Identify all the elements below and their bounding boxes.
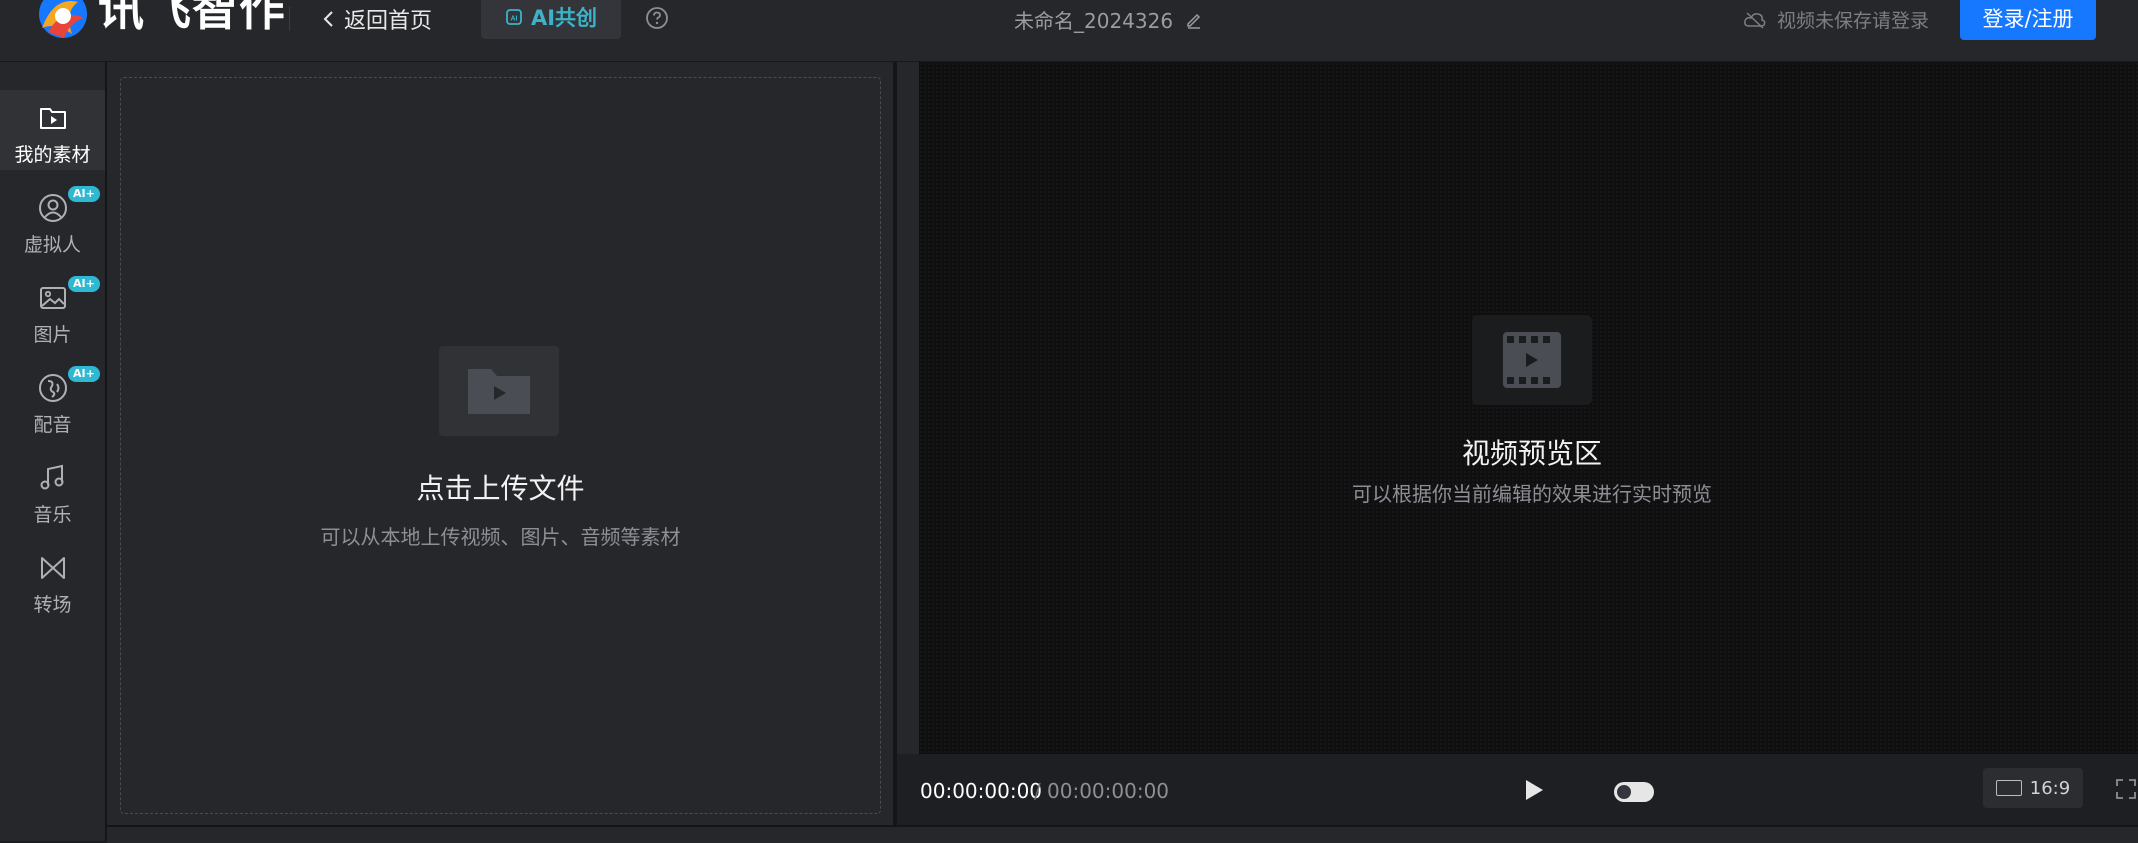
preview-gutter: [897, 62, 919, 754]
preview-subtitle: 可以根据你当前编辑的效果进行实时预览: [1352, 482, 1712, 506]
save-status: 视频未保存请登录: [1743, 6, 1929, 33]
video-preview-area: 视频预览区 可以根据你当前编辑的效果进行实时预览: [919, 62, 2138, 754]
sidebar-item-label: 配音: [33, 414, 72, 436]
aspect-ratio-label: 16:9: [2029, 777, 2071, 799]
upload-folder-tile: [439, 346, 559, 436]
sidebar-item-transition[interactable]: 转场: [0, 540, 105, 620]
play-icon[interactable]: [1522, 777, 1546, 803]
video-folder-icon: [468, 369, 530, 414]
media-folder-icon: [39, 108, 66, 129]
sidebar-item-my-media[interactable]: 我的素材: [0, 90, 105, 170]
sidebar-item-dubbing[interactable]: 配音 AI+: [0, 360, 105, 440]
cloud-off-icon: [1744, 11, 1766, 29]
ai-chip-icon: AI: [506, 8, 522, 25]
total-time: 00:00:00:00: [1047, 779, 1170, 803]
sidebar-item-label: 我的素材: [14, 144, 91, 166]
sidebar-item-avatar[interactable]: 虚拟人 AI+: [0, 180, 105, 260]
image-icon: [39, 287, 66, 309]
back-home-label: 返回首页: [344, 9, 433, 34]
upload-subtitle: 可以从本地上传视频、图片、音频等素材: [320, 525, 681, 549]
ai-cocreate-button[interactable]: AI AI共创: [481, 0, 621, 39]
help-icon[interactable]: [645, 6, 669, 30]
aspect-ratio-button[interactable]: 16:9: [1983, 768, 2083, 808]
fullscreen-icon[interactable]: [2115, 778, 2137, 800]
sidebar-item-label: 图片: [33, 324, 72, 346]
music-note-icon: [40, 464, 63, 490]
ai-plus-badge: AI+: [68, 186, 100, 202]
sidebar-item-image[interactable]: 图片 AI+: [0, 270, 105, 350]
sidebar: 我的素材 虚拟人 AI+ 图片 AI+ 配音 AI+ 音乐 转场: [0, 62, 107, 841]
top-bar: 讯飞智作 返回首页 AI AI共创 未命名_2024326 视频未保存请登录 登: [0, 0, 2138, 62]
player-controls: 00:00:00:00 / 00:00:00:00 16:9: [897, 754, 2138, 825]
ai-plus-badge: AI+: [68, 276, 100, 292]
upload-dropzone[interactable]: 点击上传文件 可以从本地上传视频、图片、音频等素材: [120, 77, 881, 814]
brand-name: 讯飞智作: [98, 0, 286, 36]
avatar-icon: [38, 194, 67, 222]
film-strip-icon: [1503, 332, 1561, 388]
preview-title: 视频预览区: [1461, 437, 1602, 470]
sidebar-item-label: 转场: [33, 594, 72, 616]
sidebar-item-label: 虚拟人: [23, 234, 81, 256]
brand-logo-icon[interactable]: [34, 0, 92, 40]
timeline-track-area: [107, 825, 2138, 843]
aspect-ratio-icon: [1995, 780, 2022, 796]
ai-cocreate-label: AI共创: [530, 5, 598, 30]
header-divider: [289, 7, 290, 31]
upload-title: 点击上传文件: [416, 472, 585, 505]
chevron-left-icon: [323, 11, 333, 27]
toggle-knob: [1617, 785, 1631, 799]
transition-icon: [40, 557, 65, 579]
media-panel: 点击上传文件 可以从本地上传视频、图片、音频等素材: [107, 62, 893, 825]
project-title: 未命名_2024326: [1014, 5, 1203, 34]
svg-text:AI: AI: [510, 15, 517, 22]
time-separator: /: [1034, 779, 1041, 803]
project-name: 未命名_2024326: [1014, 9, 1174, 33]
sidebar-item-music[interactable]: 音乐: [0, 450, 105, 530]
sidebar-item-label: 音乐: [33, 504, 72, 526]
edit-pencil-icon[interactable]: [1185, 11, 1203, 29]
ai-plus-badge: AI+: [68, 366, 100, 382]
login-register-button[interactable]: 登录/注册: [1960, 0, 2096, 40]
dubbing-icon: [38, 374, 67, 402]
save-status-text: 视频未保存请登录: [1777, 10, 1930, 32]
back-home-button[interactable]: 返回首页: [322, 3, 432, 35]
preview-placeholder-tile: [1472, 315, 1592, 405]
preview-toggle[interactable]: [1614, 782, 1654, 802]
current-time: 00:00:00:00: [920, 779, 1043, 803]
